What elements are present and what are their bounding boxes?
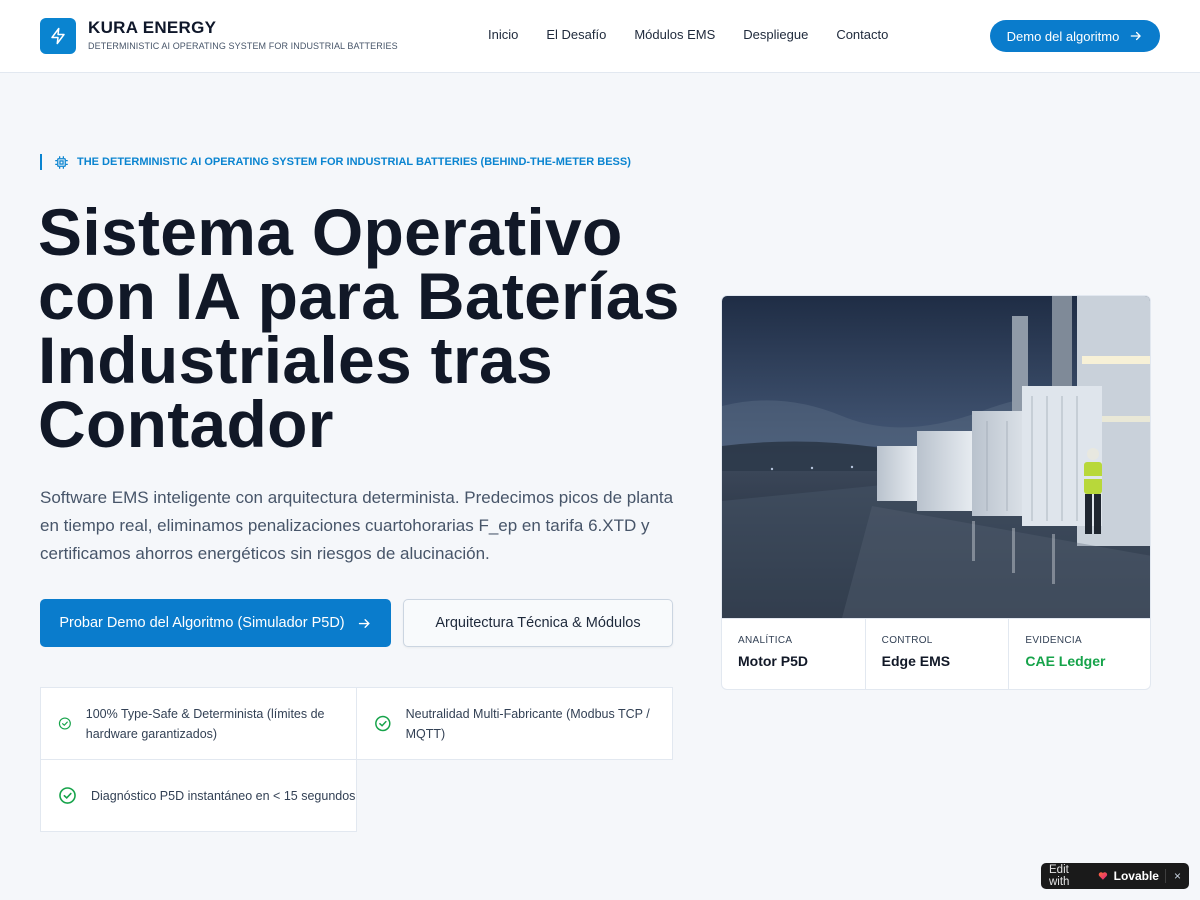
hero-eyebrow: THE DETERMINISTIC AI OPERATING SYSTEM FO… <box>40 154 631 170</box>
chip-icon <box>55 155 68 169</box>
demo-algorithm-label: Demo del algoritmo <box>1006 28 1120 44</box>
feature-item: 100% Type-Safe & Determinista (límites d… <box>40 687 357 760</box>
nav-link-modulos-ems[interactable]: Módulos EMS <box>634 27 715 42</box>
nav-link-despliegue[interactable]: Despliegue <box>743 27 808 42</box>
feature-text: Diagnóstico P5D instantáneo en < 15 segu… <box>91 788 356 803</box>
stat-label: ANALÍTICA <box>738 635 793 646</box>
demo-algorithm-button[interactable]: Demo del algoritmo <box>990 20 1160 52</box>
stats-row: ANALÍTICA Motor P5D CONTROL Edge EMS EVI… <box>722 618 1150 689</box>
stat-value: Motor P5D <box>738 653 808 669</box>
feature-text: 100% Type-Safe & Determinista (límites d… <box>85 706 325 741</box>
brand-tagline: DETERMINISTIC AI OPERATING SYSTEM FOR IN… <box>88 41 398 51</box>
top-navbar: KURA ENERGY DETERMINISTIC AI OPERATING S… <box>0 0 1200 73</box>
battery-facility-photo <box>722 296 1150 618</box>
lightning-bolt-icon[interactable] <box>40 18 76 54</box>
brand-name[interactable]: KURA ENERGY <box>88 18 216 38</box>
stat-control: CONTROL Edge EMS <box>866 619 1010 689</box>
check-circle-icon <box>375 715 391 732</box>
feature-text: Neutralidad Multi-Fabricante (Modbus TCP… <box>405 706 650 741</box>
check-circle-icon <box>58 717 71 730</box>
lovable-heart-icon <box>1098 872 1107 880</box>
main-nav: Inicio El Desafío Módulos EMS Despliegue… <box>488 27 888 42</box>
edit-with-lovable-badge[interactable]: Edit with Lovable × <box>1041 863 1189 889</box>
hero-image-card: ANALÍTICA Motor P5D CONTROL Edge EMS EVI… <box>721 295 1151 690</box>
architecture-button[interactable]: Arquitectura Técnica & Módulos <box>403 599 673 647</box>
hero-subtitle: Software EMS inteligente con arquitectur… <box>40 488 674 563</box>
feature-item: Neutralidad Multi-Fabricante (Modbus TCP… <box>356 687 673 760</box>
stat-label: CONTROL <box>881 635 933 646</box>
check-circle-icon <box>59 787 76 804</box>
nav-link-inicio[interactable]: Inicio <box>488 27 518 42</box>
stat-evidence: EVIDENCIA CAE Ledger <box>1009 619 1150 689</box>
badge-brand: Lovable <box>1113 869 1159 883</box>
stat-analytics: ANALÍTICA Motor P5D <box>722 619 866 689</box>
eyebrow-text: THE DETERMINISTIC AI OPERATING SYSTEM FO… <box>77 156 631 168</box>
badge-prefix: Edit with <box>1049 864 1070 888</box>
nav-link-el-desafio[interactable]: El Desafío <box>546 27 606 42</box>
stat-value: CAE Ledger <box>1025 653 1106 669</box>
architecture-label: Arquitectura Técnica & Módulos <box>435 615 641 631</box>
arrow-right-icon <box>358 618 370 628</box>
hero-title: Sistema Operativo con IA para Baterías I… <box>38 195 680 461</box>
stat-value: Edge EMS <box>881 653 951 669</box>
nav-link-contacto[interactable]: Contacto <box>836 27 888 42</box>
try-demo-button[interactable]: Probar Demo del Algoritmo (Simulador P5D… <box>40 599 391 647</box>
close-icon[interactable]: × <box>1164 869 1181 883</box>
arrow-right-icon <box>1131 31 1142 41</box>
feature-item: Diagnóstico P5D instantáneo en < 15 segu… <box>40 759 357 832</box>
try-demo-label: Probar Demo del Algoritmo (Simulador P5D… <box>59 615 345 631</box>
stat-label: EVIDENCIA <box>1025 635 1082 646</box>
